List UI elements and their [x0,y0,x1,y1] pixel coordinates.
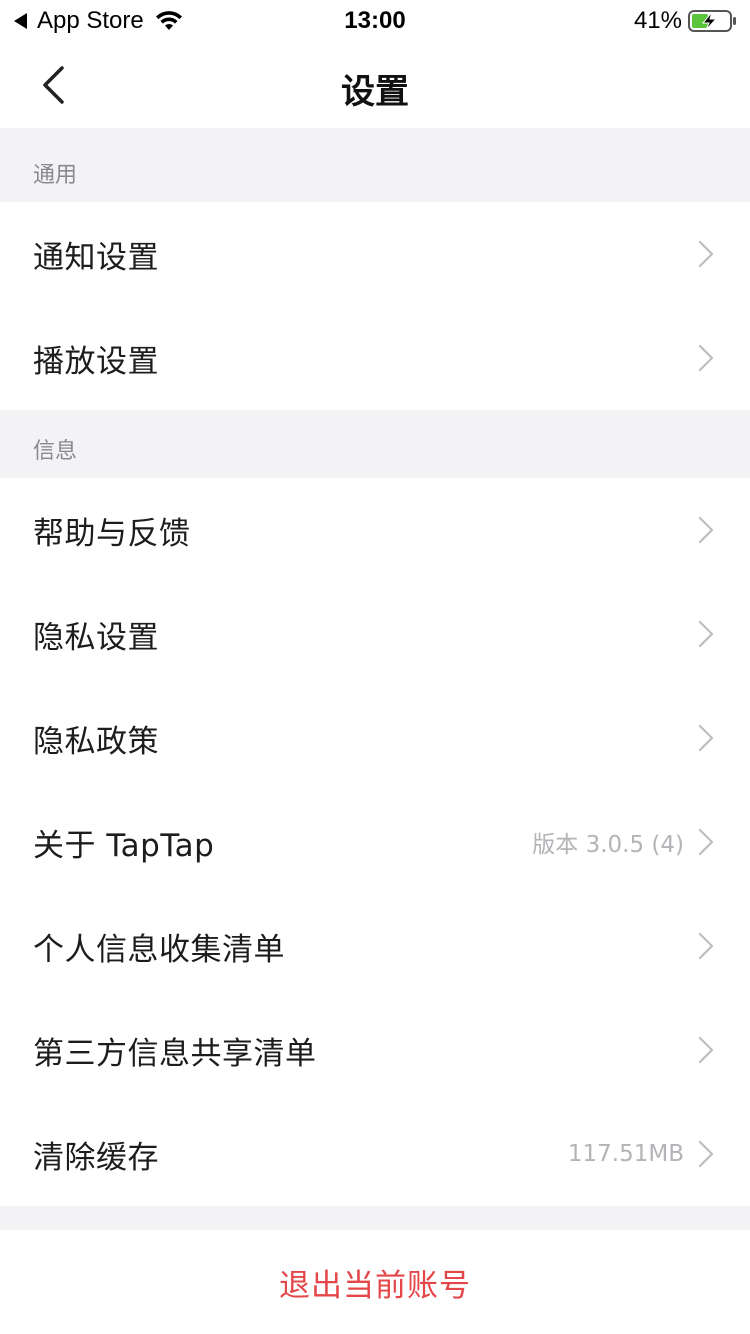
row-label: 隐私设置 [33,619,159,656]
row-label: 隐私政策 [33,723,159,760]
row-label: 个人信息收集清单 [33,931,285,968]
row-label: 通知设置 [33,239,159,276]
row-label: 关于 TapTap [33,827,215,864]
cache-size-value: 117.51MB [567,1141,684,1167]
section-header-info: 信息 [0,410,750,478]
row-label: 第三方信息共享清单 [33,1035,317,1072]
settings-row-privacy-policy[interactable]: 隐私政策 [0,686,750,790]
chevron-right-icon [698,1036,714,1064]
status-battery: 41% [634,7,738,35]
chevron-right-icon [698,828,714,856]
settings-row-third-party-sharing[interactable]: 第三方信息共享清单 [0,998,750,1102]
settings-row-notifications[interactable]: 通知设置 [0,202,750,306]
navigation-bar: 设置 [0,42,750,128]
battery-charging-icon [688,10,736,32]
row-label: 帮助与反馈 [33,515,191,552]
chevron-right-icon [698,1140,714,1168]
settings-screen: App Store 13:00 41% 设置 通用 通知设置 播放设置 信息 帮… [0,0,750,1334]
settings-group-general: 通知设置 播放设置 [0,202,750,410]
logout-label: 退出当前账号 [279,1267,471,1304]
chevron-right-icon [698,724,714,752]
chevron-right-icon [698,344,714,372]
settings-row-personal-info-list[interactable]: 个人信息收集清单 [0,894,750,998]
row-label: 清除缓存 [33,1139,159,1176]
settings-row-about[interactable]: 关于 TapTap 版本 3.0.5 (4) [0,790,750,894]
chevron-right-icon [698,240,714,268]
chevron-right-icon [698,516,714,544]
app-version-value: 版本 3.0.5 (4) [532,832,684,858]
status-bar: App Store 13:00 41% [0,0,750,42]
chevron-right-icon [698,932,714,960]
logout-button[interactable]: 退出当前账号 [0,1230,750,1334]
section-header-general: 通用 [0,128,750,202]
battery-percent: 41% [633,7,682,34]
settings-group-info: 帮助与反馈 隐私设置 隐私政策 关于 TapTap 版本 3.0.5 (4) 个… [0,478,750,1206]
settings-row-playback[interactable]: 播放设置 [0,306,750,410]
page-title: 设置 [341,72,409,112]
settings-row-privacy-settings[interactable]: 隐私设置 [0,582,750,686]
chevron-right-icon [698,620,714,648]
settings-row-clear-cache[interactable]: 清除缓存 117.51MB [0,1102,750,1206]
settings-row-help-feedback[interactable]: 帮助与反馈 [0,478,750,582]
row-label: 播放设置 [33,343,159,380]
